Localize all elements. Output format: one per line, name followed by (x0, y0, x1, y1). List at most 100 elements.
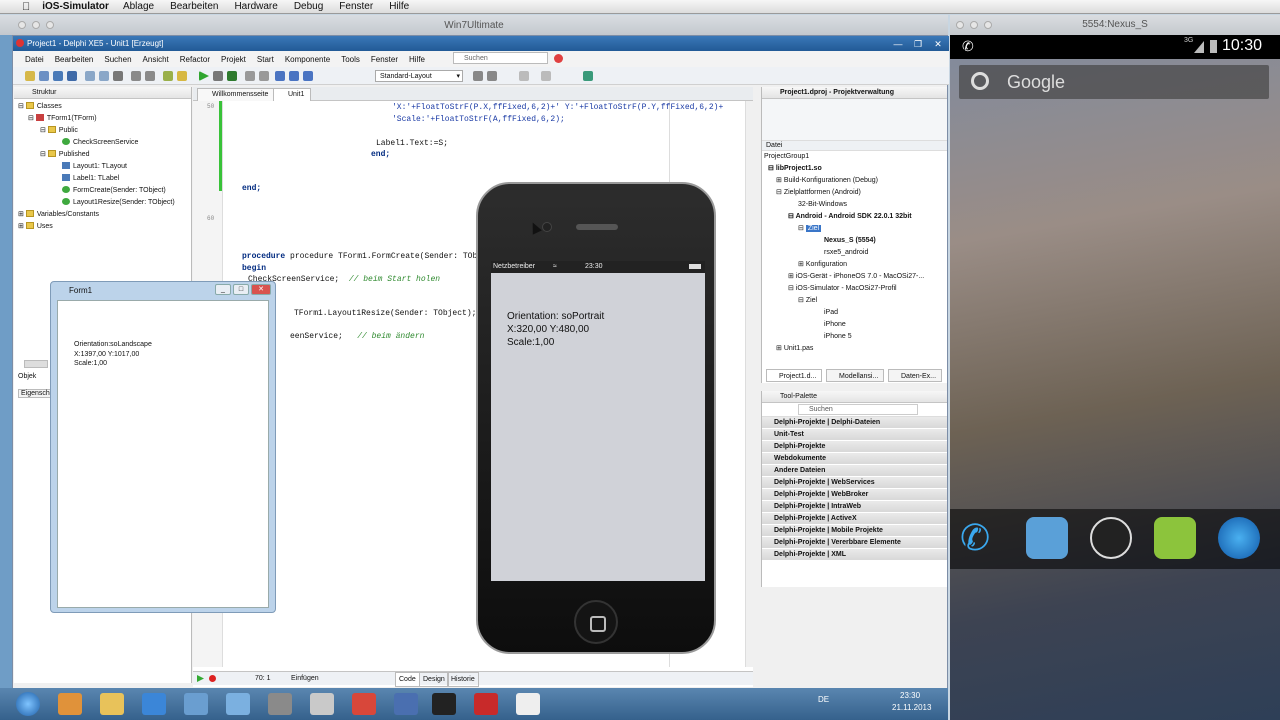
save-icon[interactable] (53, 71, 63, 81)
tree-item[interactable]: ⊞ Build-Konfigurationen (Debug) (762, 175, 947, 187)
menu-datei[interactable]: Datei (25, 55, 44, 64)
menu-ablage[interactable]: Ablage (123, 1, 154, 12)
open-project-icon[interactable] (131, 71, 141, 81)
close-button[interactable] (956, 21, 964, 29)
tree-item[interactable]: ⊟ Ziel (762, 295, 947, 307)
code-line[interactable]: TForm1.Layout1Resize(Sender: TObject); (294, 309, 476, 318)
menu-fenster[interactable]: Fenster (371, 55, 398, 64)
apple-icon[interactable]:  (22, 1, 30, 13)
palette-search-input[interactable]: Suchen (798, 404, 918, 415)
tree-item[interactable]: ⊟ Public (14, 125, 191, 137)
tab-willkommensseite[interactable]: Willkommensseite (197, 88, 276, 101)
tree-item[interactable]: Nexus_S (5554) (762, 235, 947, 247)
menu-hilfe[interactable]: Hilfe (409, 55, 425, 64)
code-line[interactable]: Label1.Text:=S; (376, 139, 448, 148)
code-line[interactable]: end; (371, 150, 390, 159)
layout-select[interactable]: Standard-Layout ▾ (375, 70, 463, 82)
restore-icon[interactable]: ❐ (911, 37, 925, 52)
tree-item[interactable]: ⊟ Ziel (762, 223, 947, 235)
layout-settings-icon[interactable] (487, 71, 497, 81)
ide-search-input[interactable]: Suchen (453, 52, 548, 64)
close-icon[interactable]: ✕ (251, 284, 271, 295)
app-icon[interactable] (184, 693, 208, 715)
ie-icon[interactable] (142, 693, 166, 715)
help-icon[interactable] (583, 71, 593, 81)
media-player-icon[interactable] (58, 693, 82, 715)
explorer-icon[interactable] (100, 693, 124, 715)
app-icon[interactable] (394, 693, 418, 715)
contacts-icon[interactable] (1026, 517, 1068, 559)
code-line[interactable]: 'Scale:'+FloatToStrF(A,ffFixed,6,2); (392, 115, 565, 124)
menu-komponente[interactable]: Komponente (285, 55, 330, 64)
tree-item[interactable]: ⊟ libProject1.so (762, 163, 947, 175)
vm-title-bar[interactable]: Win7Ultimate (0, 15, 948, 35)
tree-item[interactable]: rsxe5_android (762, 247, 947, 259)
home-button[interactable] (574, 600, 618, 644)
palette-category[interactable]: Delphi-Projekte | XML (762, 549, 947, 561)
close-button[interactable] (18, 21, 26, 29)
palette-category[interactable]: Delphi-Projekte | Mobile Projekte (762, 525, 947, 537)
tree-item[interactable]: Layout1Resize(Sender: TObject) (14, 197, 191, 209)
palette-category[interactable]: Delphi-Projekte | WebBroker (762, 489, 947, 501)
minimize-icon[interactable]: _ (215, 284, 231, 295)
menu-refactor[interactable]: Refactor (180, 55, 210, 64)
save-layout-icon[interactable] (473, 71, 483, 81)
tree-item[interactable]: ProjectGroup1 (762, 151, 947, 163)
code-line[interactable]: 'X:'+FloatToStrF(P.X,ffFixed,6,2)+' Y:'+… (392, 103, 723, 112)
tree-item[interactable]: ⊟ iOS-Simulator - MacOSi27-Profil (762, 283, 947, 295)
code-line[interactable]: procedure procedure TForm1.FormCreate(Se… (242, 252, 506, 261)
tree-item[interactable]: ⊞ Unit1.pas (762, 343, 947, 355)
app-icon[interactable] (268, 693, 292, 715)
tab-historie[interactable]: Historie (447, 672, 479, 687)
pause-icon[interactable] (245, 71, 255, 81)
tree-item[interactable]: 32-Bit-Windows (762, 199, 947, 211)
tree-item[interactable]: iPad (762, 307, 947, 319)
zoom-button[interactable] (46, 21, 54, 29)
search-clear-icon[interactable] (554, 54, 563, 63)
code-line[interactable]: begin (242, 264, 266, 273)
new-icon[interactable] (25, 71, 35, 81)
clock-date[interactable]: 21.11.2013 (892, 703, 931, 712)
save-all-icon[interactable] (67, 71, 77, 81)
tree-item[interactable]: ⊞ Variables/Constants (14, 209, 191, 221)
tree-item[interactable]: ⊟ Android - Android SDK 22.0.1 32bit (762, 211, 947, 223)
menu-fenster[interactable]: Fenster (339, 1, 373, 12)
start-button[interactable] (16, 692, 40, 716)
tab-data-explorer[interactable]: Daten-Ex... (888, 369, 943, 382)
messaging-icon[interactable] (1154, 517, 1196, 559)
code-line[interactable]: end; (242, 184, 261, 193)
minimize-button[interactable] (32, 21, 40, 29)
code-line[interactable]: CheckScreenService; // beim Start holen (248, 275, 440, 284)
pdf-icon[interactable] (352, 693, 376, 715)
vertical-scrollbar[interactable] (745, 101, 753, 667)
copy-icon[interactable] (85, 71, 95, 81)
tree-item[interactable]: ⊟ TForm1(TForm) (14, 113, 191, 125)
iphone-screen[interactable]: Netzbetreiber ≈ 23:30 Orientation: soPor… (491, 261, 705, 581)
stop-icon[interactable] (259, 71, 269, 81)
tree-item[interactable]: ⊞ iOS-Gerät - iPhoneOS 7.0 - MacOSi27-..… (762, 271, 947, 283)
tab-model-view[interactable]: Modellansi... (826, 369, 885, 382)
tree-item[interactable]: Label1: TLabel (14, 173, 191, 185)
open-icon[interactable] (39, 71, 49, 81)
tree-item[interactable]: CheckScreenService (14, 137, 191, 149)
google-search-bar[interactable]: Google (959, 65, 1269, 99)
palette-category[interactable]: Delphi-Projekte | ActiveX (762, 513, 947, 525)
menu-hardware[interactable]: Hardware (234, 1, 277, 12)
menu-bearbeiten[interactable]: Bearbeiten (170, 1, 218, 12)
palette-category[interactable]: Delphi-Projekte | Vererbbare Elemente (762, 537, 947, 549)
menu-ansicht[interactable]: Ansicht (143, 55, 169, 64)
remove-file-icon[interactable] (177, 71, 187, 81)
back-icon[interactable] (519, 71, 529, 81)
maximize-icon[interactable]: □ (233, 284, 249, 295)
app-icon[interactable] (516, 693, 540, 715)
palette-category[interactable]: Delphi-Projekte | WebServices (762, 477, 947, 489)
run-dropdown-icon[interactable] (213, 71, 223, 81)
app-drawer-icon[interactable] (1090, 517, 1132, 559)
menu-start[interactable]: Start (257, 55, 274, 64)
palette-category[interactable]: Webdokumente (762, 453, 947, 465)
app-icon[interactable] (226, 693, 250, 715)
forward-icon[interactable] (541, 71, 551, 81)
menu-projekt[interactable]: Projekt (221, 55, 246, 64)
phone-icon[interactable]: ✆ (960, 517, 1002, 559)
print-icon[interactable] (113, 71, 123, 81)
